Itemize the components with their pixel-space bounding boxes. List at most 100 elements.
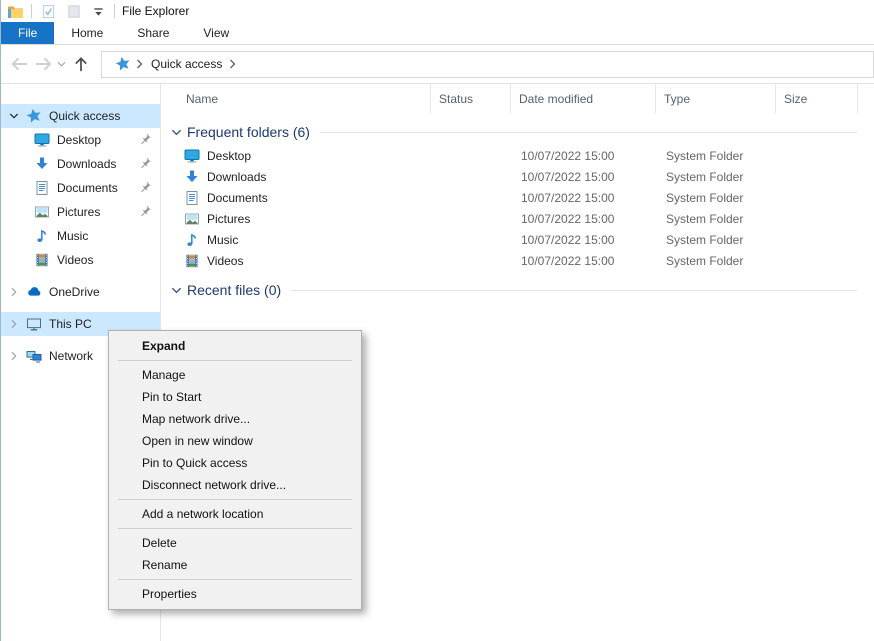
column-header-name[interactable]: Name [161, 84, 431, 113]
titlebar-divider [31, 4, 32, 18]
breadcrumb-quick-access[interactable]: Quick access [149, 57, 224, 71]
pin-icon [139, 180, 153, 194]
sidebar-item-label: Documents [57, 181, 118, 195]
chevron-right-icon[interactable] [7, 287, 20, 297]
quick-access-star-icon [26, 108, 42, 124]
sidebar-item-label: Desktop [57, 133, 101, 147]
pin-icon [139, 204, 153, 218]
ribbon-tab-share[interactable]: Share [120, 22, 186, 44]
group-header-recent-files-0[interactable]: Recent files (0) [161, 279, 874, 301]
group-header-frequent-folders-6[interactable]: Frequent folders (6) [161, 121, 874, 143]
sidebar-item-onedrive[interactable]: OneDrive [1, 280, 160, 304]
back-button[interactable] [7, 51, 31, 77]
ribbon-tabs: FileHomeShareView [1, 22, 874, 45]
up-button[interactable] [68, 51, 94, 77]
pin-icon [139, 156, 153, 170]
column-header-status[interactable]: Status [431, 84, 511, 113]
address-bar[interactable]: Quick access [101, 51, 874, 78]
music-icon [184, 232, 200, 248]
sidebar-item-label: Pictures [57, 205, 100, 219]
group-chevron-down-icon[interactable] [171, 127, 183, 138]
new-folder-icon[interactable] [64, 2, 82, 20]
date-modified-cell: 10/07/2022 15:00 [511, 254, 656, 268]
chevron-right-icon[interactable] [7, 319, 20, 329]
sidebar-item-downloads[interactable]: Downloads [1, 152, 160, 176]
pictures-icon [184, 211, 200, 227]
date-modified-cell: 10/07/2022 15:00 [511, 212, 656, 226]
menu-item-expand[interactable]: Expand [109, 335, 361, 357]
forward-button[interactable] [31, 51, 55, 77]
menu-item-manage[interactable]: Manage [109, 364, 361, 386]
pictures-icon [34, 204, 50, 220]
explorer-logo-icon [6, 2, 24, 20]
menu-item-pin-to-quick-access[interactable]: Pin to Quick access [109, 452, 361, 474]
recent-locations-dropdown-icon[interactable] [55, 51, 68, 77]
menu-item-disconnect-network-drive[interactable]: Disconnect network drive... [109, 474, 361, 496]
file-name: Desktop [207, 149, 251, 163]
group-divider-line [291, 290, 857, 291]
this-pc-context-menu: Expand ManagePin to StartMap network driv… [108, 330, 362, 610]
desktop-icon [184, 148, 200, 164]
group-divider-line [320, 132, 857, 133]
menu-separator [118, 360, 352, 361]
sidebar-item-videos[interactable]: Videos [1, 248, 160, 272]
file-row-desktop[interactable]: Desktop 10/07/2022 15:00System Folder [161, 145, 874, 166]
sidebar-item-label: Videos [57, 253, 93, 267]
sidebar-item-quick-access[interactable]: Quick access [1, 104, 160, 128]
group-chevron-down-icon[interactable] [171, 285, 183, 296]
column-header-date-modified[interactable]: Date modified [511, 84, 656, 113]
menu-separator [118, 579, 352, 580]
column-header-size[interactable]: Size [776, 84, 858, 113]
properties-check-icon[interactable] [39, 2, 57, 20]
column-headers: NameStatusDate modifiedTypeSize [161, 84, 874, 113]
type-cell: System Folder [656, 191, 776, 205]
group-title: Frequent folders (6) [187, 124, 310, 140]
sidebar-item-music[interactable]: Music [1, 224, 160, 248]
sidebar-item-label: Music [57, 229, 88, 243]
ribbon-tab-file[interactable]: File [1, 22, 54, 44]
quick-access-star-icon [115, 56, 131, 72]
breadcrumb-chevron-icon[interactable] [136, 59, 144, 69]
menu-item-delete[interactable]: Delete [109, 532, 361, 554]
type-cell: System Folder [656, 170, 776, 184]
sidebar-item-documents[interactable]: Documents [1, 176, 160, 200]
file-row-documents[interactable]: Documents 10/07/2022 15:00System Folder [161, 187, 874, 208]
chevron-down-icon[interactable] [7, 111, 20, 121]
pin-icon [139, 132, 153, 146]
file-row-pictures[interactable]: Pictures 10/07/2022 15:00System Folder [161, 208, 874, 229]
file-explorer-window: File Explorer FileHomeShareView Quick ac… [0, 0, 874, 641]
type-cell: System Folder [656, 149, 776, 163]
sidebar-item-pictures[interactable]: Pictures [1, 200, 160, 224]
file-row-downloads[interactable]: Downloads 10/07/2022 15:00System Folder [161, 166, 874, 187]
videos-icon [34, 252, 50, 268]
file-name: Pictures [207, 212, 250, 226]
column-header-type[interactable]: Type [656, 84, 776, 113]
documents-icon [34, 180, 50, 196]
menu-item-add-a-network-location[interactable]: Add a network location [109, 503, 361, 525]
file-name: Documents [207, 191, 268, 205]
date-modified-cell: 10/07/2022 15:00 [511, 149, 656, 163]
menu-item-rename[interactable]: Rename [109, 554, 361, 576]
ribbon-tab-view[interactable]: View [186, 22, 246, 44]
onedrive-icon [26, 284, 42, 300]
breadcrumb-chevron-icon[interactable] [229, 59, 237, 69]
file-list: Frequent folders (6) Desktop 10/07/2022 15… [161, 121, 874, 301]
type-cell: System Folder [656, 233, 776, 247]
music-icon [34, 228, 50, 244]
date-modified-cell: 10/07/2022 15:00 [511, 170, 656, 184]
menu-item-properties[interactable]: Properties [109, 583, 361, 605]
menu-item-pin-to-start[interactable]: Pin to Start [109, 386, 361, 408]
date-modified-cell: 10/07/2022 15:00 [511, 233, 656, 247]
file-row-videos[interactable]: Videos10/07/2022 15:00System Folder [161, 250, 874, 271]
menu-item-open-in-new-window[interactable]: Open in new window [109, 430, 361, 452]
sidebar-item-label: Downloads [57, 157, 116, 171]
type-cell: System Folder [656, 212, 776, 226]
file-name: Downloads [207, 170, 266, 184]
qat-dropdown-icon[interactable] [89, 2, 107, 20]
chevron-right-icon[interactable] [7, 351, 20, 361]
sidebar-item-desktop[interactable]: Desktop [1, 128, 160, 152]
ribbon-tab-home[interactable]: Home [54, 22, 120, 44]
file-row-music[interactable]: Music10/07/2022 15:00System Folder [161, 229, 874, 250]
menu-item-map-network-drive[interactable]: Map network drive... [109, 408, 361, 430]
date-modified-cell: 10/07/2022 15:00 [511, 191, 656, 205]
